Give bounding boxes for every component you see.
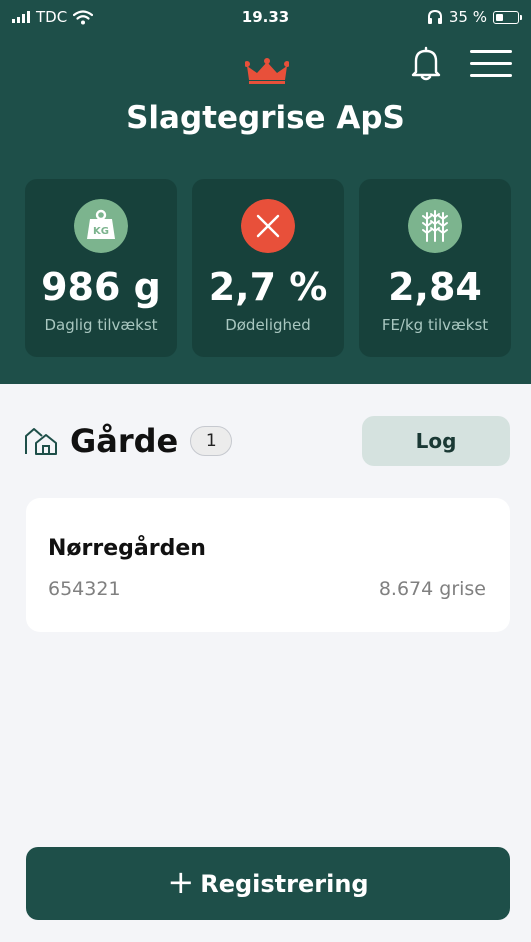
stat-value: 986 g — [41, 265, 161, 309]
farm-pig-count: 8.674 grise — [378, 578, 486, 600]
farm-count-badge: 1 — [190, 426, 233, 456]
status-bar: TDC 19.33 35 % — [0, 0, 531, 36]
plus-icon: + — [167, 862, 195, 901]
stat-card-mortality: 2,7 % Dødelighed — [192, 179, 344, 357]
registration-label: Registrering — [200, 869, 369, 898]
close-x-icon — [241, 199, 295, 253]
headphones-icon — [427, 10, 442, 24]
stat-label: Daglig tilvækst — [44, 316, 158, 334]
log-button[interactable]: Log — [362, 416, 510, 466]
battery-icon — [493, 10, 522, 24]
header: TDC 19.33 35 % Slagtegrise ApS KG 986 g … — [0, 0, 531, 384]
bell-icon[interactable] — [410, 46, 442, 82]
farm-id: 654321 — [48, 578, 121, 600]
stat-card-feed-efficiency: 2,84 FE/kg tilvækst — [359, 179, 511, 357]
crown-icon — [245, 58, 289, 84]
section-title: Gårde — [70, 422, 179, 460]
farms-section-header: Gårde 1 — [24, 422, 233, 460]
stat-card-daily-growth: KG 986 g Daglig tilvækst — [25, 179, 177, 357]
farm-house-icon — [25, 428, 57, 455]
stat-value: 2,84 — [388, 265, 482, 309]
farm-card[interactable]: Nørregården 654321 8.674 grise — [26, 498, 510, 632]
stat-label: FE/kg tilvækst — [381, 316, 489, 334]
company-name: Slagtegrise ApS — [126, 100, 405, 136]
kg-icon-text: KG — [93, 226, 109, 237]
stat-value: 2,7 % — [208, 265, 328, 309]
hamburger-menu-icon[interactable] — [470, 50, 512, 80]
battery-percent: 35 % — [448, 8, 487, 26]
stat-label: Dødelighed — [225, 316, 311, 334]
status-right: 35 % — [427, 8, 522, 26]
wheat-icon — [408, 199, 462, 253]
weight-kg-icon: KG — [74, 199, 128, 253]
farm-name: Nørregården — [48, 536, 206, 561]
registration-button[interactable]: + Registrering — [26, 847, 510, 920]
